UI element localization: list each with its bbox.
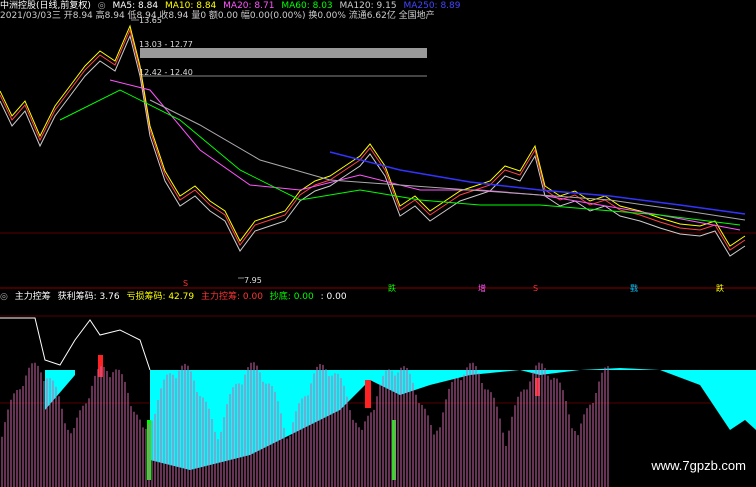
signal-s4: S	[533, 284, 539, 293]
ma120-label: MA120: 9.15	[339, 1, 397, 11]
ma10-label: MA10: 8.84	[164, 1, 217, 11]
info-line: 2021/03/03三 开8.94 高8.94 低8.94 收8.94 量0 额…	[0, 11, 439, 22]
signal-s3: 增	[478, 284, 486, 293]
indicator-name[interactable]: 主力控筹	[15, 292, 51, 302]
signal-s5: 戥	[630, 284, 638, 293]
loss-chips: 亏损筹码: 42.79	[126, 292, 195, 302]
resistance-band	[140, 48, 427, 58]
ma250-label: MA250: 8.89	[403, 1, 461, 11]
circle-icon: ◎	[97, 1, 106, 11]
ma20-label: MA20: 8.71	[223, 1, 275, 11]
watermark: www.7gpzb.com	[651, 458, 746, 473]
circle-icon: ◎	[0, 292, 8, 302]
resist2-label: 12.42 - 12.40	[139, 68, 193, 77]
low-price-label: 7.95	[244, 276, 262, 285]
resist1-label: 13.03 - 12.77	[139, 40, 193, 49]
kline-path	[0, 28, 746, 251]
ma20-line	[109, 79, 741, 231]
signal-s6: 跌	[716, 284, 724, 293]
indicator-outline	[0, 317, 151, 371]
extra-field: : 0.00	[320, 292, 347, 302]
signal-s2: 跌	[388, 284, 396, 293]
indicator-header: ◎ 主力控筹 获利筹码: 3.76 亏损筹码: 42.79 主力控筹: 0.00…	[0, 292, 351, 303]
stock-title[interactable]: 中洲控股(日线,前复权)	[0, 1, 91, 11]
chart-canvas[interactable]	[0, 0, 756, 487]
profit-chips: 获利筹码: 3.76	[57, 292, 120, 302]
bottom-fishing: 抄底: 0.00	[269, 292, 314, 302]
signal-s1: S	[183, 279, 189, 288]
main-control-bar	[365, 380, 371, 408]
info-text: 2021/03/03三 开8.94 高8.94 低8.94 收8.94 量0 额…	[0, 11, 435, 21]
indicator-area	[150, 368, 756, 470]
high-price-label: 13.65	[139, 16, 162, 25]
ma5-label: MA5: 8.84	[112, 1, 159, 11]
ma60-label: MA60: 8.03	[281, 1, 333, 11]
ma5-line	[0, 34, 746, 257]
main-control: 主力控筹: 0.00	[200, 292, 263, 302]
